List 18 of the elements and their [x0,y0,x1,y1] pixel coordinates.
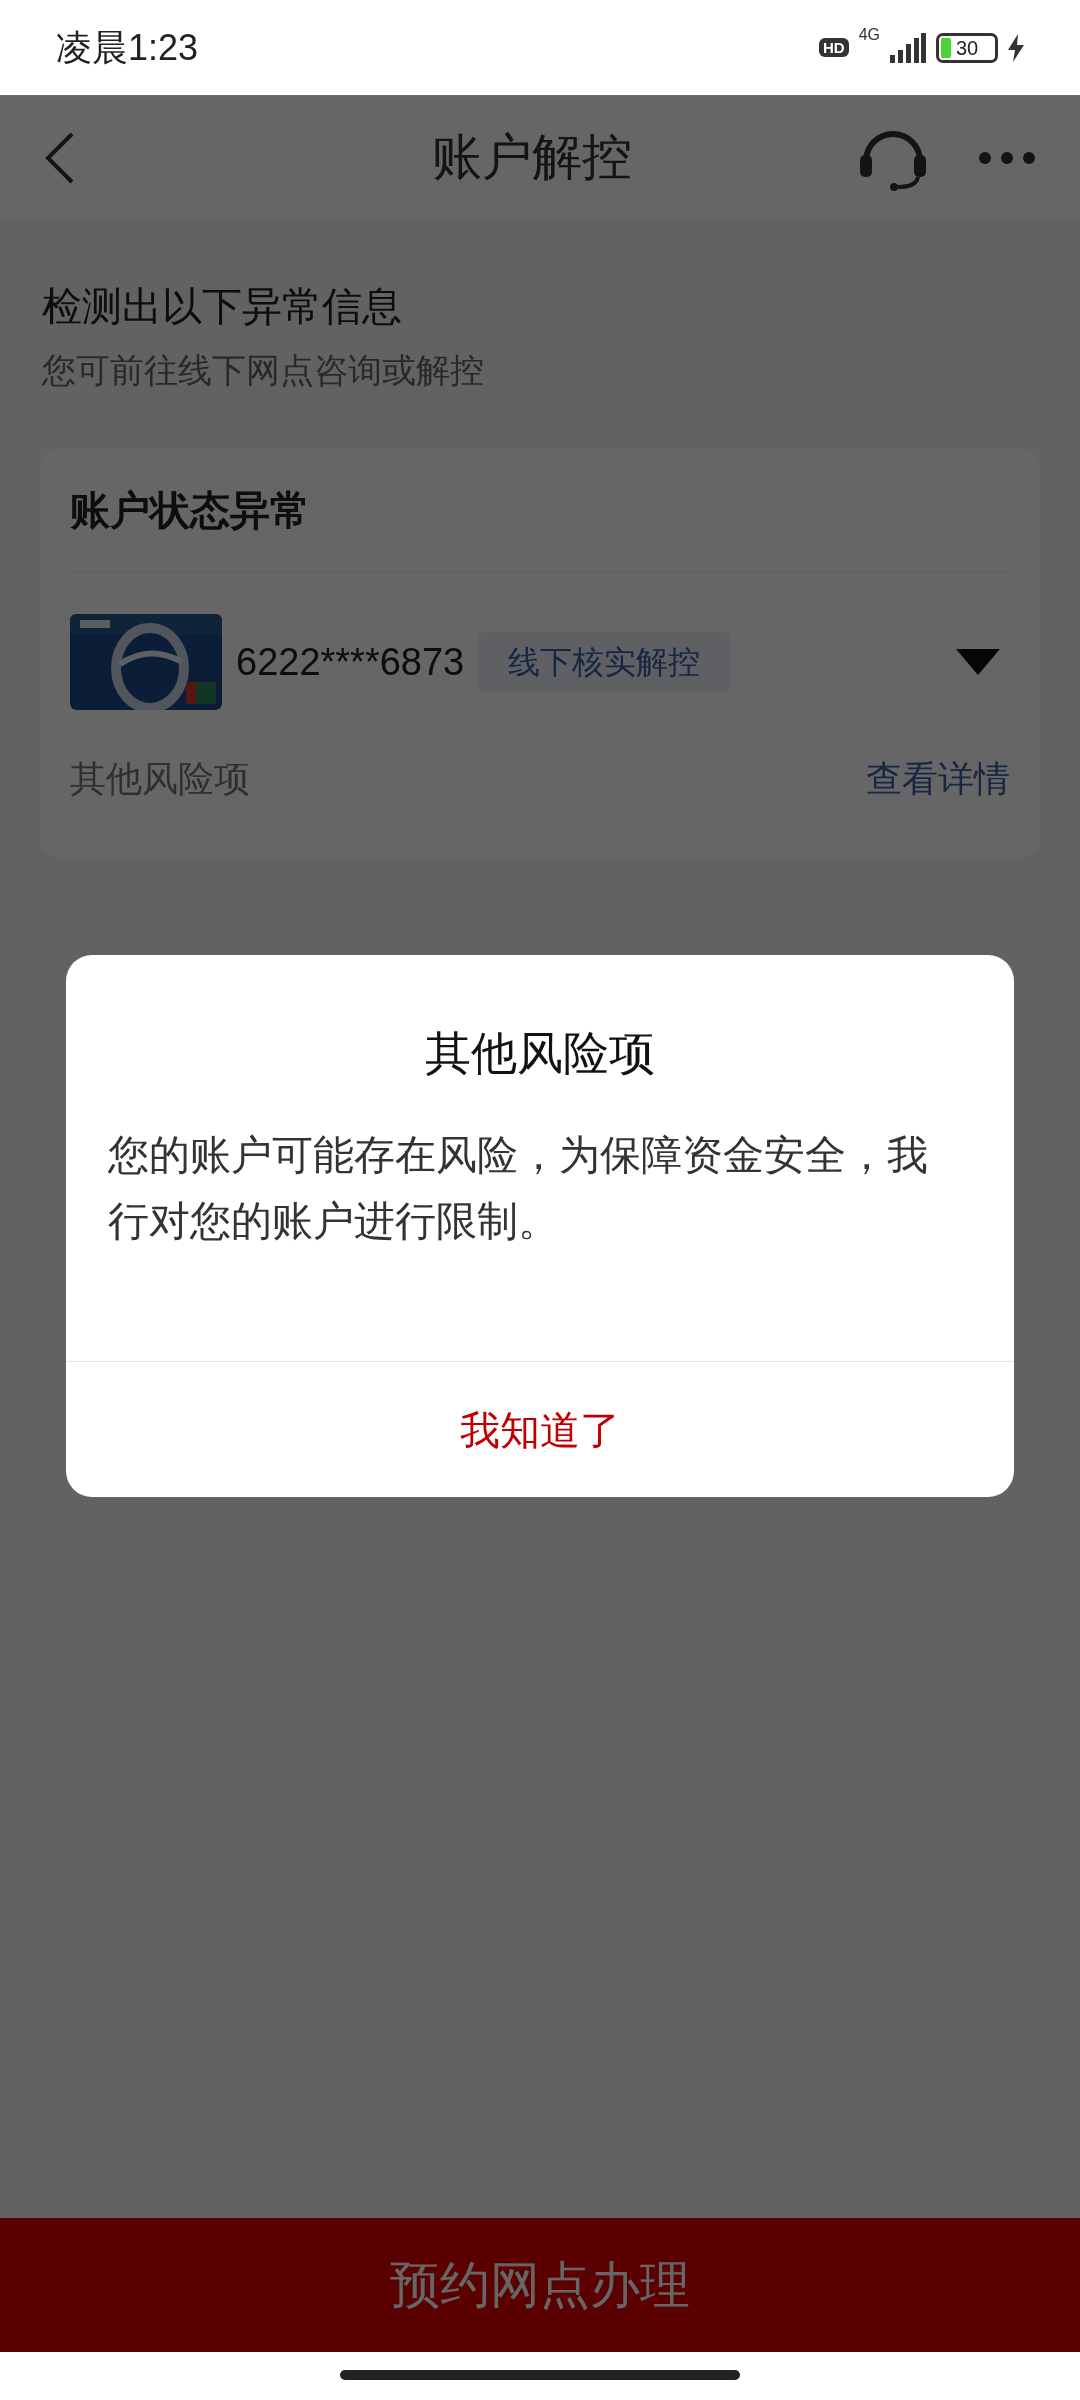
acknowledge-button[interactable]: 我知道了 [66,1361,1014,1497]
card-title: 账户状态异常 [70,448,1010,572]
dialog-title: 其他风险项 [424,1026,656,1081]
status-time: 凌晨1:23 [56,25,199,70]
signal-icon [890,32,926,63]
book-branch-button[interactable]: 预约网点办理 [0,2218,1080,2352]
dialog-message: 您的账户可能存在风险，为保障资金安全，我行对您的账户进行限制。 [107,1131,929,1246]
account-number: 6222****6873 [236,639,465,685]
battery-indicator: 30 [936,32,998,63]
more-icon[interactable] [978,150,1036,165]
details-link[interactable]: 查看详情 [866,752,1010,806]
hd-badge: HD [819,38,849,57]
section-title: 检测出以下异常信息 [41,283,403,330]
page-title: 账户解控 [432,128,632,187]
status-tag: 线下核实解控 [478,632,731,692]
network-label: 4G [858,26,880,43]
dropdown-arrow-icon[interactable] [956,649,1000,675]
section-subtitle: 您可前往线下网点咨询或解控 [41,350,485,391]
